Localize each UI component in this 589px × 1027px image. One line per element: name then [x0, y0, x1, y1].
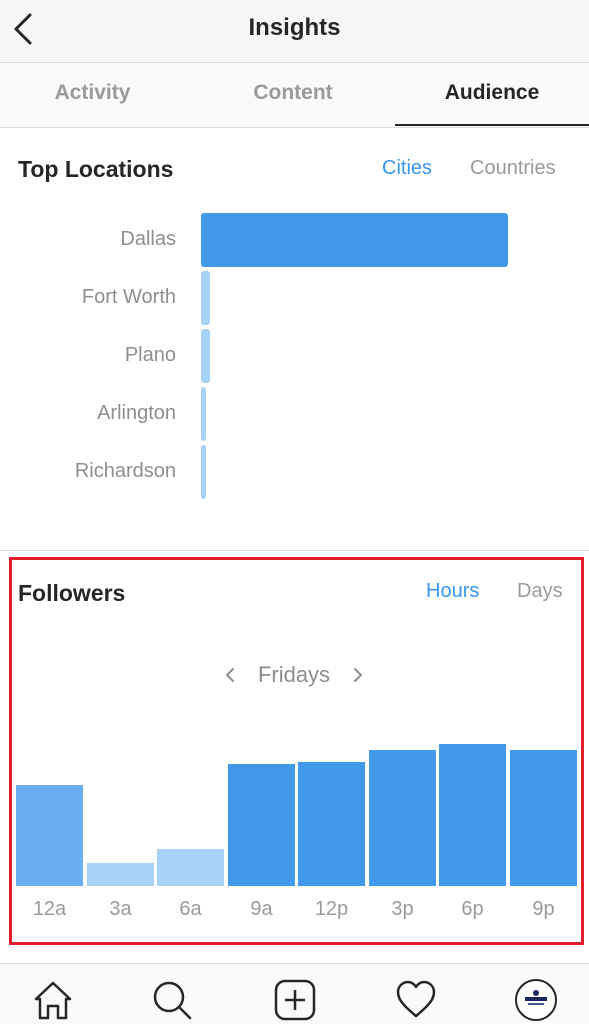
- hour-bar: [16, 785, 83, 886]
- tab-activity[interactable]: Activity: [0, 81, 185, 105]
- city-label: Richardson: [74, 460, 176, 482]
- city-label: Dallas: [120, 228, 176, 250]
- chevron-right-icon: [354, 668, 362, 682]
- city-bar: [201, 271, 210, 325]
- hour-bar: [510, 750, 577, 886]
- section-divider: [0, 550, 589, 551]
- active-tab-indicator: [395, 124, 589, 126]
- city-bar: [201, 329, 210, 383]
- page-title: Insights: [248, 14, 341, 41]
- followers-title: Followers: [18, 580, 126, 606]
- hour-label: 12p: [314, 898, 349, 920]
- chevron-left-icon: [226, 668, 234, 682]
- hour-label: 6p: [461, 898, 484, 920]
- hours-toggle[interactable]: Hours: [426, 580, 479, 603]
- city-label: Fort Worth: [81, 286, 176, 308]
- hour-label: 9p: [532, 898, 555, 920]
- bottom-nav-bar: [0, 964, 589, 1024]
- hour-label: 6a: [179, 898, 202, 920]
- days-toggle[interactable]: Days: [517, 580, 563, 603]
- heart-icon: [396, 980, 436, 1018]
- city-label: Plano: [124, 344, 176, 366]
- city-bar: [201, 213, 508, 267]
- hour-bar: [439, 744, 506, 886]
- nav-profile-button[interactable]: [514, 978, 558, 1022]
- nav-search-button[interactable]: [150, 978, 194, 1022]
- top-locations-title: Top Locations: [18, 156, 174, 182]
- nav-home-button[interactable]: [31, 978, 75, 1022]
- hour-bar: [298, 762, 365, 886]
- next-day-button[interactable]: [346, 662, 368, 688]
- hour-label: 12a: [32, 898, 67, 920]
- countries-toggle[interactable]: Countries: [470, 157, 556, 180]
- cities-toggle[interactable]: Cities: [382, 157, 432, 180]
- nav-activity-button[interactable]: [394, 978, 438, 1022]
- city-label: Arlington: [97, 402, 176, 424]
- city-bar: [201, 387, 206, 441]
- city-bar: [201, 445, 206, 499]
- previous-day-button[interactable]: [220, 662, 242, 688]
- hour-bar: [369, 750, 436, 886]
- add-post-icon: [274, 979, 316, 1021]
- selected-day-label: Fridays: [257, 662, 331, 687]
- hour-bar: [157, 849, 224, 886]
- hour-label: 3a: [109, 898, 132, 920]
- nav-add-button[interactable]: [273, 978, 317, 1022]
- tab-bar: Activity Content Audience: [0, 63, 589, 128]
- hour-label: 9a: [250, 898, 273, 920]
- search-icon: [153, 981, 192, 1020]
- profile-avatar: [515, 979, 557, 1021]
- hour-bar: [228, 764, 295, 886]
- tab-audience[interactable]: Audience: [395, 81, 589, 105]
- home-icon: [34, 981, 72, 1020]
- hour-label: 3p: [391, 898, 414, 920]
- tab-content[interactable]: Content: [197, 81, 389, 105]
- hour-bar: [87, 863, 154, 886]
